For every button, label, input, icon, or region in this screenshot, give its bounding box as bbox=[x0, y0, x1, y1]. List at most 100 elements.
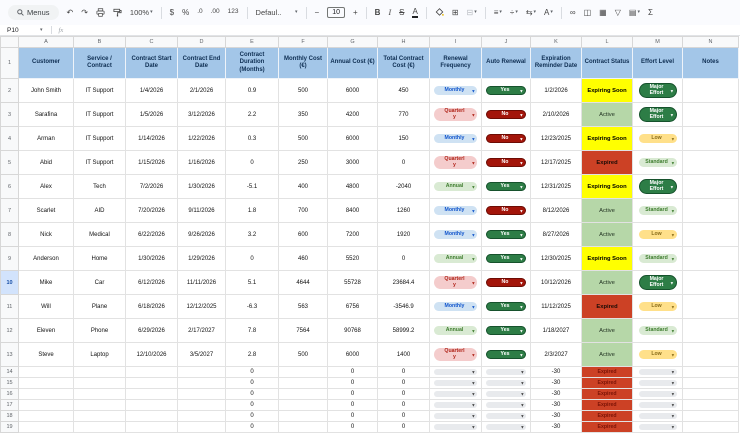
increase-decimal-button[interactable]: .00 bbox=[211, 9, 220, 16]
row-header-4[interactable]: 4 bbox=[1, 127, 19, 151]
effort-level-dropdown[interactable]: Standard▾ bbox=[639, 158, 677, 167]
cell-customer[interactable] bbox=[19, 422, 74, 433]
bold-button[interactable]: B bbox=[375, 9, 381, 17]
cell-duration[interactable]: -5.1 bbox=[226, 175, 279, 199]
cell-renewal-frequency[interactable]: ▾ bbox=[430, 411, 482, 422]
table-column-title[interactable]: Auto Renewal bbox=[482, 48, 531, 79]
cell-notes[interactable] bbox=[683, 400, 739, 411]
cell-monthly-cost[interactable] bbox=[279, 400, 328, 411]
cell-start-date[interactable] bbox=[126, 378, 178, 389]
cell-service[interactable]: IT Support bbox=[74, 151, 126, 175]
cell-auto-renewal[interactable]: ▾ bbox=[482, 367, 531, 378]
cell-notes[interactable] bbox=[683, 319, 739, 343]
cell-contract-status[interactable]: Expiring Soon bbox=[582, 127, 633, 151]
cell-annual-cost[interactable]: 90768 bbox=[328, 319, 378, 343]
borders-button[interactable]: ⊞ bbox=[452, 9, 459, 17]
cell-effort-level[interactable]: ▾ bbox=[633, 422, 683, 433]
cell-notes[interactable] bbox=[683, 389, 739, 400]
effort-level-dropdown[interactable]: ▾ bbox=[639, 402, 677, 409]
row-header-2[interactable]: 2 bbox=[1, 79, 19, 103]
cell-start-date[interactable] bbox=[126, 411, 178, 422]
cell-total-cost[interactable]: 0 bbox=[378, 378, 430, 389]
table-column-title[interactable]: Expiration Reminder Date bbox=[531, 48, 582, 79]
functions-button[interactable]: Σ bbox=[648, 9, 653, 17]
cell-duration[interactable]: 0.3 bbox=[226, 127, 279, 151]
column-header-E[interactable]: E bbox=[226, 37, 279, 48]
cell-service[interactable] bbox=[74, 378, 126, 389]
currency-format-button[interactable]: $ bbox=[170, 9, 174, 17]
cell-service[interactable]: IT Support bbox=[74, 127, 126, 151]
cell-auto-renewal[interactable]: ▾ bbox=[482, 411, 531, 422]
column-header-J[interactable]: J bbox=[482, 37, 531, 48]
cell-contract-status[interactable]: Active bbox=[582, 103, 633, 127]
cell-annual-cost[interactable]: 4800 bbox=[328, 175, 378, 199]
cell-notes[interactable] bbox=[683, 367, 739, 378]
cell-auto-renewal[interactable]: No▾ bbox=[482, 151, 531, 175]
column-header-N[interactable]: N bbox=[683, 37, 739, 48]
cell-contract-status[interactable]: Active bbox=[582, 199, 633, 223]
effort-level-dropdown[interactable]: ▾ bbox=[639, 424, 677, 431]
percent-format-button[interactable]: % bbox=[182, 9, 189, 17]
cell-expiration-reminder[interactable]: 8/12/2026 bbox=[531, 199, 582, 223]
table-column-title[interactable]: Effort Level bbox=[633, 48, 683, 79]
cell-annual-cost[interactable]: 6756 bbox=[328, 295, 378, 319]
cell-total-cost[interactable]: 1260 bbox=[378, 199, 430, 223]
effort-level-dropdown[interactable]: ▾ bbox=[639, 413, 677, 420]
cell-total-cost[interactable]: 450 bbox=[378, 79, 430, 103]
cell-end-date[interactable] bbox=[178, 411, 226, 422]
cell-service[interactable]: Car bbox=[74, 271, 126, 295]
table-column-title[interactable]: Monthly Cost (€) bbox=[279, 48, 328, 79]
cell-duration[interactable]: 2.2 bbox=[226, 103, 279, 127]
cell-duration[interactable]: 2.8 bbox=[226, 343, 279, 367]
auto-renewal-dropdown[interactable]: Yes▾ bbox=[486, 230, 526, 240]
cell-end-date[interactable] bbox=[178, 378, 226, 389]
cell-auto-renewal[interactable]: Yes▾ bbox=[482, 319, 531, 343]
cell-annual-cost[interactable]: 0 bbox=[328, 378, 378, 389]
row-header-9[interactable]: 9 bbox=[1, 247, 19, 271]
cell-effort-level[interactable]: Standard▾ bbox=[633, 319, 683, 343]
cell-auto-renewal[interactable]: Yes▾ bbox=[482, 175, 531, 199]
column-header-B[interactable]: B bbox=[74, 37, 126, 48]
cell-start-date[interactable]: 1/4/2026 bbox=[126, 79, 178, 103]
auto-renewal-dropdown[interactable]: No▾ bbox=[486, 110, 526, 120]
column-header-H[interactable]: H bbox=[378, 37, 430, 48]
cell-annual-cost[interactable]: 8400 bbox=[328, 199, 378, 223]
cell-total-cost[interactable]: 23684.4 bbox=[378, 271, 430, 295]
cell-effort-level[interactable]: Standard▾ bbox=[633, 199, 683, 223]
cell-contract-status[interactable]: Expired bbox=[582, 295, 633, 319]
cell-renewal-frequency[interactable]: Annual▾ bbox=[430, 319, 482, 343]
vertical-align-button[interactable]: ÷▾ bbox=[510, 9, 518, 17]
effort-level-dropdown[interactable]: Low▾ bbox=[639, 134, 677, 143]
cell-effort-level[interactable]: ▾ bbox=[633, 378, 683, 389]
renewal-frequency-dropdown[interactable]: ▾ bbox=[434, 424, 477, 431]
column-header-K[interactable]: K bbox=[531, 37, 582, 48]
cell-customer[interactable] bbox=[19, 367, 74, 378]
cell-contract-status[interactable]: Expired bbox=[582, 367, 633, 378]
cell-customer[interactable]: Scarlet bbox=[19, 199, 74, 223]
cell-total-cost[interactable]: 1920 bbox=[378, 223, 430, 247]
auto-renewal-dropdown[interactable]: No▾ bbox=[486, 206, 526, 216]
cell-effort-level[interactable]: ▾ bbox=[633, 411, 683, 422]
font-size-input[interactable]: 10 bbox=[327, 7, 345, 18]
cell-customer[interactable] bbox=[19, 378, 74, 389]
cell-duration[interactable]: 0 bbox=[226, 400, 279, 411]
merge-cells-button[interactable]: ⊟▾ bbox=[467, 9, 477, 17]
filter-button[interactable]: ▽ bbox=[615, 9, 621, 17]
table-column-title[interactable]: Contract Status bbox=[582, 48, 633, 79]
cell-effort-level[interactable]: Standard▾ bbox=[633, 151, 683, 175]
insert-chart-button[interactable]: ▦ bbox=[599, 9, 607, 17]
effort-level-dropdown[interactable]: Major Effort▾ bbox=[639, 83, 677, 99]
cell-service[interactable]: Home bbox=[74, 247, 126, 271]
cell-monthly-cost[interactable]: 500 bbox=[279, 127, 328, 151]
cell-service[interactable] bbox=[74, 389, 126, 400]
cell-total-cost[interactable]: 0 bbox=[378, 422, 430, 433]
cell-contract-status[interactable]: Expired bbox=[582, 151, 633, 175]
cell-duration[interactable]: 0 bbox=[226, 378, 279, 389]
text-rotation-button[interactable]: A▾ bbox=[544, 9, 553, 17]
cell-renewal-frequency[interactable]: Monthly▾ bbox=[430, 127, 482, 151]
cell-effort-level[interactable]: Low▾ bbox=[633, 343, 683, 367]
cell-duration[interactable]: 0 bbox=[226, 151, 279, 175]
cell-start-date[interactable]: 6/22/2026 bbox=[126, 223, 178, 247]
cell-service[interactable]: Medical bbox=[74, 223, 126, 247]
redo-button[interactable]: ↷ bbox=[81, 9, 88, 17]
